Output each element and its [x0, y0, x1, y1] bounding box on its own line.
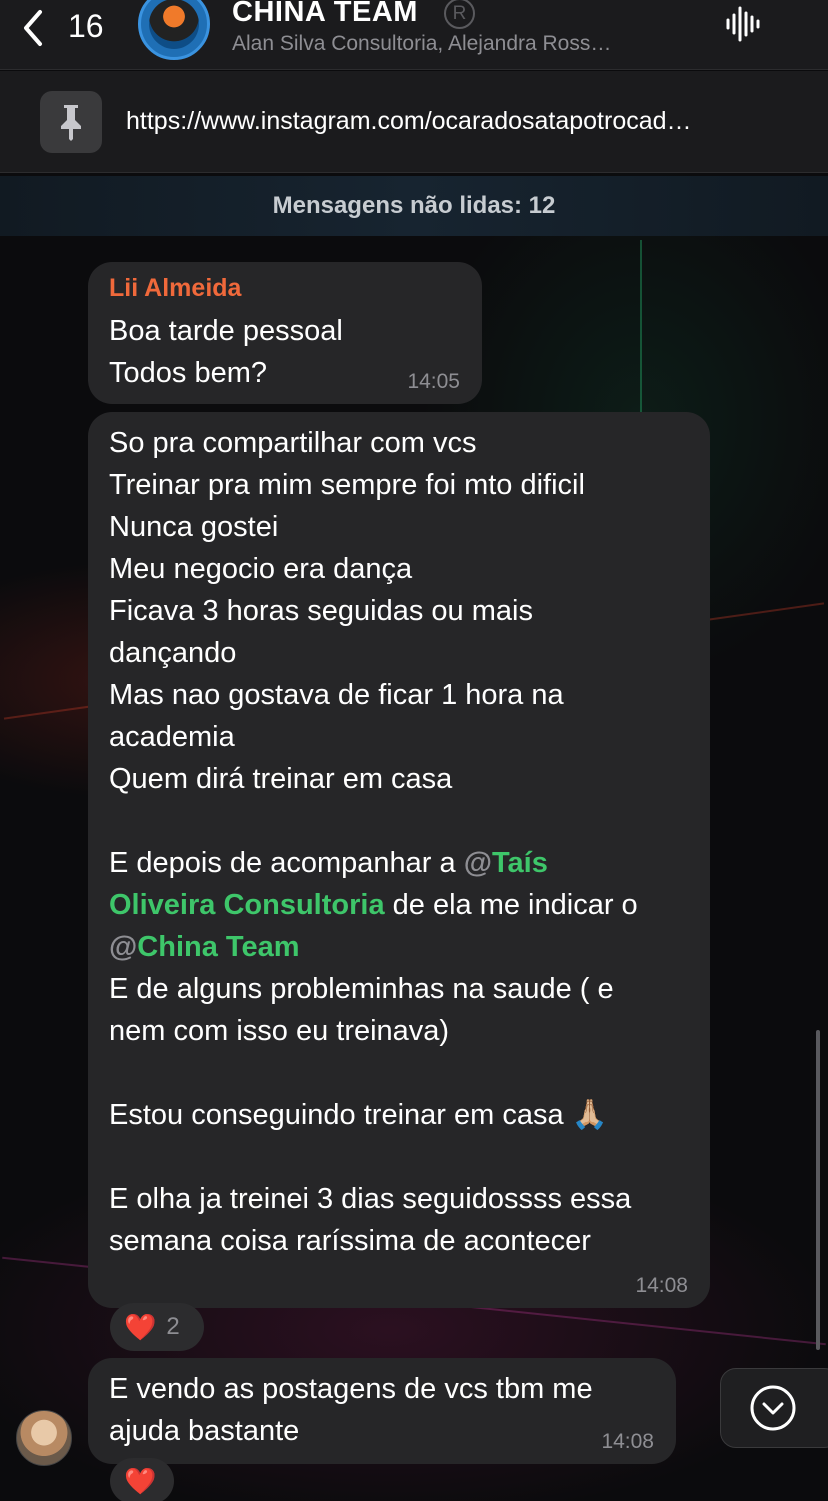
reaction-count: 2 — [166, 1313, 180, 1340]
message-time: 14:05 — [407, 370, 460, 393]
message-bubble[interactable]: Lii Almeida Boa tarde pessoal Todos bem?… — [88, 262, 482, 404]
reaction-badge[interactable]: ❤️ 2 — [110, 1303, 204, 1351]
pinned-message-bar[interactable]: https://www.instagram.com/ocaradosatapot… — [0, 71, 828, 173]
mention-link[interactable]: China Team — [137, 931, 299, 963]
scroll-to-bottom-button[interactable] — [720, 1368, 828, 1448]
pin-icon — [61, 105, 81, 141]
scrollbar[interactable] — [816, 1030, 820, 1350]
sender-name[interactable]: Lii Almeida — [109, 274, 241, 303]
message-time: 14:08 — [601, 1430, 654, 1453]
chevron-left-icon — [24, 10, 42, 46]
message-bubble[interactable]: So pra compartilhar com vcs Treinar pra … — [88, 412, 710, 1308]
message-text-part: So pra compartilhar com vcs Treinar pra … — [109, 427, 585, 879]
unread-label: Mensagens não lidas: 12 — [272, 192, 556, 219]
unread-messages-separator: Mensagens não lidas: 12 — [0, 176, 828, 236]
registered-icon: R — [444, 0, 475, 29]
chevron-down-icon — [750, 1385, 796, 1431]
reaction-badge[interactable]: ❤️ — [110, 1458, 174, 1501]
message-time: 14:08 — [635, 1274, 688, 1297]
pinned-message-text: https://www.instagram.com/ocaradosatapot… — [126, 107, 692, 135]
voice-chat-icon[interactable] — [724, 4, 764, 44]
message-text-part: de ela me indicar o — [392, 889, 638, 921]
chat-title[interactable]: CHINA TEAM — [232, 0, 418, 29]
pin-button[interactable] — [40, 91, 102, 153]
heart-icon: ❤️ — [124, 1311, 157, 1342]
message-bubble[interactable]: E vendo as postagens de vcs tbm me ajuda… — [88, 1358, 676, 1464]
chat-header: 16 CHINA TEAM R Alan Silva Consultoria, … — [0, 0, 828, 70]
heart-icon: ❤️ — [124, 1465, 157, 1496]
unread-chats-count[interactable]: 16 — [68, 8, 104, 45]
chat-members[interactable]: Alan Silva Consultoria, Alejandra Ross… — [232, 32, 611, 56]
avatar[interactable] — [16, 1410, 72, 1466]
group-avatar[interactable] — [138, 0, 210, 60]
mention-at: @ — [109, 931, 138, 963]
mention-at: @ — [463, 847, 492, 879]
message-text: So pra compartilhar com vcs Treinar pra … — [109, 422, 699, 1262]
message-text-part: E de alguns probleminhas na saude ( e ne… — [109, 973, 632, 1257]
message-text: E vendo as postagens de vcs tbm me ajuda… — [109, 1373, 593, 1447]
back-button[interactable] — [18, 6, 48, 50]
